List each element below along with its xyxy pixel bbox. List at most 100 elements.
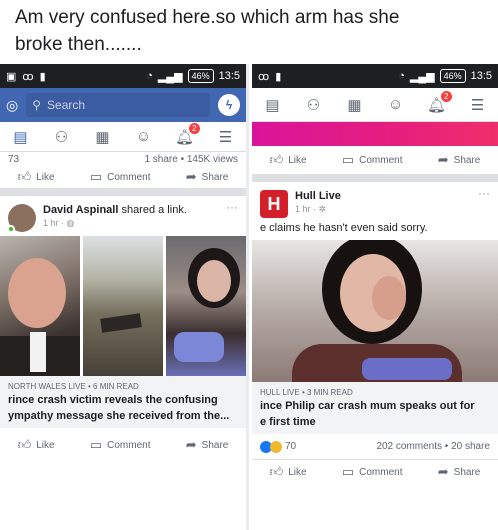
reaction-count: 73 [8,154,20,165]
share-button[interactable]: ➦ Share [186,169,229,185]
post-header: David Aspinall shared a link. 1 hr · ◍ ·… [0,196,246,236]
comment-icon: ▭ [89,437,103,452]
link-title-line-2: e first time [260,416,316,428]
profile-icon[interactable]: ☺ [133,126,155,148]
share-button[interactable]: ➦ Share [438,152,481,168]
nav-bar: ▤ ⚇ ▦ ☺ 🔔︎ 2 ☰ [252,88,498,122]
shirt [30,332,46,372]
more-options-icon[interactable]: ··· [226,200,238,214]
post-action-bar: 👍︎ Like ▭ Comment ➦ Share [252,460,498,484]
top-bar: ◎ ⚲ Search ϟ [0,88,246,122]
meme-caption: Am very confused here.so which arm has s… [0,0,498,64]
left-screenshot: ▣ ꝏ ▮ ◔ ▂▄▆ 46% 13:5 ◎ ⚲ Search ϟ ▤ ⚇ ▦ … [0,64,249,530]
battery-indicator: 46% [439,69,466,83]
hull-live-logo[interactable]: H [260,190,288,218]
share-button[interactable]: ➦ Share [186,437,229,453]
comment-button[interactable]: ▭ Comment [342,152,403,168]
action-bar: 👍︎ Like ▭ Comment ➦ Share [252,146,498,182]
caption-line-2: broke then....... [15,34,142,55]
comment-button[interactable]: ▭ Comment [342,464,403,480]
battery-indicator: 46% [187,69,214,83]
nav-bar: ▤ ⚇ ▦ ☺ 🔔︎ 2 ☰ [0,122,246,152]
notification-badge: 2 [189,122,200,134]
comment-icon: ▭ [341,464,355,479]
link-preview[interactable]: NORTH WALES LIVE • 6 MIN READ rince cras… [0,376,246,428]
thumbs-up-icon: 👍︎ [17,437,32,452]
notifications-icon[interactable]: 🔔︎ 2 [174,122,200,148]
marketplace-icon[interactable]: ▦ [92,126,114,148]
share-icon: ➦ [437,152,449,167]
post-author-line: David Aspinall shared a link. [43,204,187,216]
caption-line-1: Am very confused here.so which arm has s… [15,7,400,28]
action-bar: 👍︎ Like ▭ Comment ➦ Share [0,166,246,196]
sad-reaction-icon [270,440,282,453]
previous-post-banner [252,122,498,146]
avatar[interactable] [7,204,36,233]
like-button[interactable]: 👍︎ Like [270,152,307,168]
wifi-icon: ◔ [398,70,405,82]
share-icon: ➦ [437,464,449,479]
link-title-line-1: rince crash victim reveals the confusing [8,394,218,406]
screenshot-icon: ▣ [6,70,17,83]
photo-crying-woman[interactable] [252,240,498,382]
comment-share-stats[interactable]: 202 comments • 20 share [376,441,490,452]
link-photos[interactable] [0,236,246,376]
menu-icon[interactable]: ☰ [215,126,237,148]
right-screenshot: ꝏ ▮ ◔ ▂▄▆ 46% 13:5 ▤ ⚇ ▦ ☺ 🔔︎ 2 ☰ 👍︎ Like … [252,64,498,530]
notifications-icon[interactable]: 🔔︎ 2 [426,90,452,116]
like-button[interactable]: 👍︎ Like [18,169,55,185]
signal-icon: ▂▄▆ [157,70,183,83]
comment-icon: ▭ [341,152,355,167]
like-button[interactable]: 👍︎ Like [270,464,307,480]
post-author-line: Hull Live [295,190,341,202]
marketplace-icon[interactable]: ▦ [344,94,366,116]
friends-icon[interactable]: ⚇ [51,126,73,148]
post-header: H Hull Live 1 hr · ✲ ··· [252,182,498,222]
search-input[interactable]: ⚲ Search [26,93,210,117]
share-view-stats: 1 share • 145K views [144,154,238,165]
arm-sling [362,358,452,380]
messenger-icon[interactable]: ϟ [218,94,240,116]
post-time: 1 hr · ✲ [295,204,327,214]
status-bar: ꝏ ▮ ◔ ▂▄▆ 46% 13:5 [252,64,498,88]
previous-post-stats: 73 1 share • 145K views [0,152,246,166]
voicemail-icon: ꝏ [22,70,34,83]
photo-elderly-man [0,236,80,376]
search-placeholder: Search [47,98,86,112]
comment-button[interactable]: ▭ Comment [90,169,151,185]
camera-icon[interactable]: ◎ [6,97,18,114]
notification-icon: ▮ [275,70,282,83]
clock: 13:5 [218,70,240,82]
voicemail-icon: ꝏ [258,70,270,83]
link-preview[interactable]: HULL LIVE • 3 MIN READ ince Philip car c… [252,382,498,434]
reaction-summary[interactable]: 70 202 comments • 20 share [252,434,498,460]
face [8,258,66,328]
post-action-bar: 👍︎ Like ▭ Comment ➦ Share [0,428,246,462]
friends-icon[interactable]: ⚇ [303,94,325,116]
profile-icon[interactable]: ☺ [385,94,407,116]
clock: 13:5 [470,70,492,82]
share-button[interactable]: ➦ Share [438,464,481,480]
notification-icon: ▮ [39,70,46,83]
author-name[interactable]: Hull Live [295,190,341,202]
share-icon: ➦ [185,437,197,452]
post-time: 1 hr · ◍ [43,218,75,228]
comment-button[interactable]: ▭ Comment [90,437,151,453]
arm-sling [174,332,224,362]
status-bar: ▣ ꝏ ▮ ◔ ▂▄▆ 46% 13:5 [0,64,246,88]
comment-icon: ▭ [89,169,103,184]
search-icon: ⚲ [32,98,42,112]
share-icon: ➦ [185,169,197,184]
face [197,260,231,302]
wifi-icon: ◔ [146,70,153,82]
like-button[interactable]: 👍︎ Like [18,437,55,453]
menu-icon[interactable]: ☰ [467,94,489,116]
more-options-icon[interactable]: ··· [478,186,490,200]
news-feed-icon[interactable]: ▤ [262,94,284,116]
notification-badge: 2 [441,90,452,102]
news-feed-icon[interactable]: ▤ [10,126,32,148]
author-name[interactable]: David Aspinall [43,204,118,216]
thumbs-up-icon: 👍︎ [17,169,32,184]
online-indicator [7,225,15,233]
hand [372,276,406,320]
